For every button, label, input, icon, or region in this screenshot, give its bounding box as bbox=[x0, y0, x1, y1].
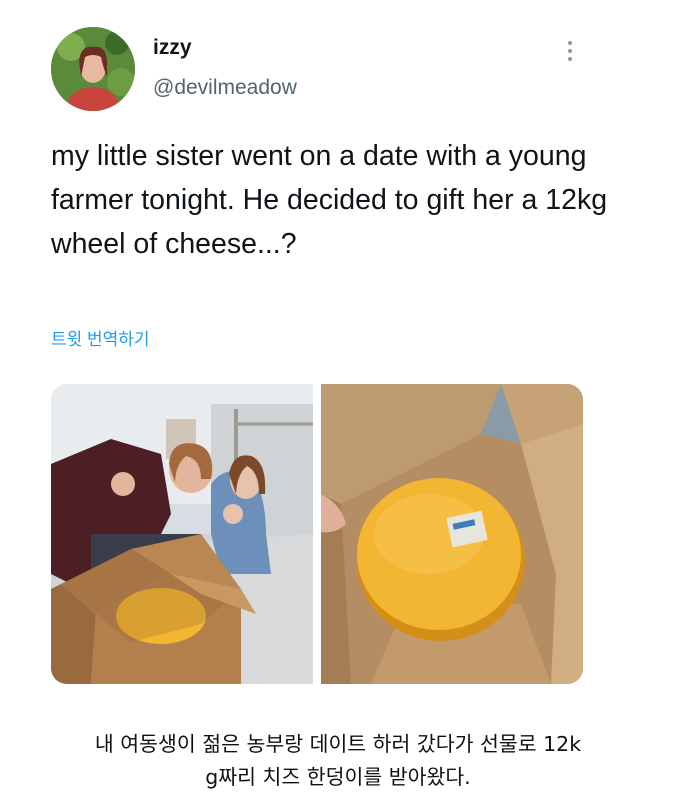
korean-caption: 내 여동생이 젊은 농부랑 데이트 하러 갔다가 선물로 12k g짜리 치즈 … bbox=[0, 728, 676, 794]
author-name[interactable]: izzy bbox=[153, 36, 192, 60]
tweet-text: my little sister went on a date with a y… bbox=[51, 140, 608, 260]
caption-line-1: 내 여동생이 젊은 농부랑 데이트 하러 갔다가 선물로 12k bbox=[94, 732, 582, 756]
avatar[interactable] bbox=[51, 27, 135, 111]
media-photo-girls[interactable] bbox=[51, 384, 313, 684]
author-handle[interactable]: @devilmeadow bbox=[153, 76, 297, 100]
more-options-icon[interactable] bbox=[560, 36, 580, 66]
tweet-card: izzy @devilmeadow my little sister went … bbox=[0, 0, 676, 705]
media-photo-cheese[interactable] bbox=[321, 384, 583, 684]
translate-tweet-link[interactable]: 트윗 번역하기 bbox=[51, 325, 150, 350]
tweet-media bbox=[51, 384, 583, 684]
caption-line-2: g짜리 치즈 한덩이를 받아왔다. bbox=[205, 765, 471, 789]
media-gap bbox=[313, 384, 321, 684]
